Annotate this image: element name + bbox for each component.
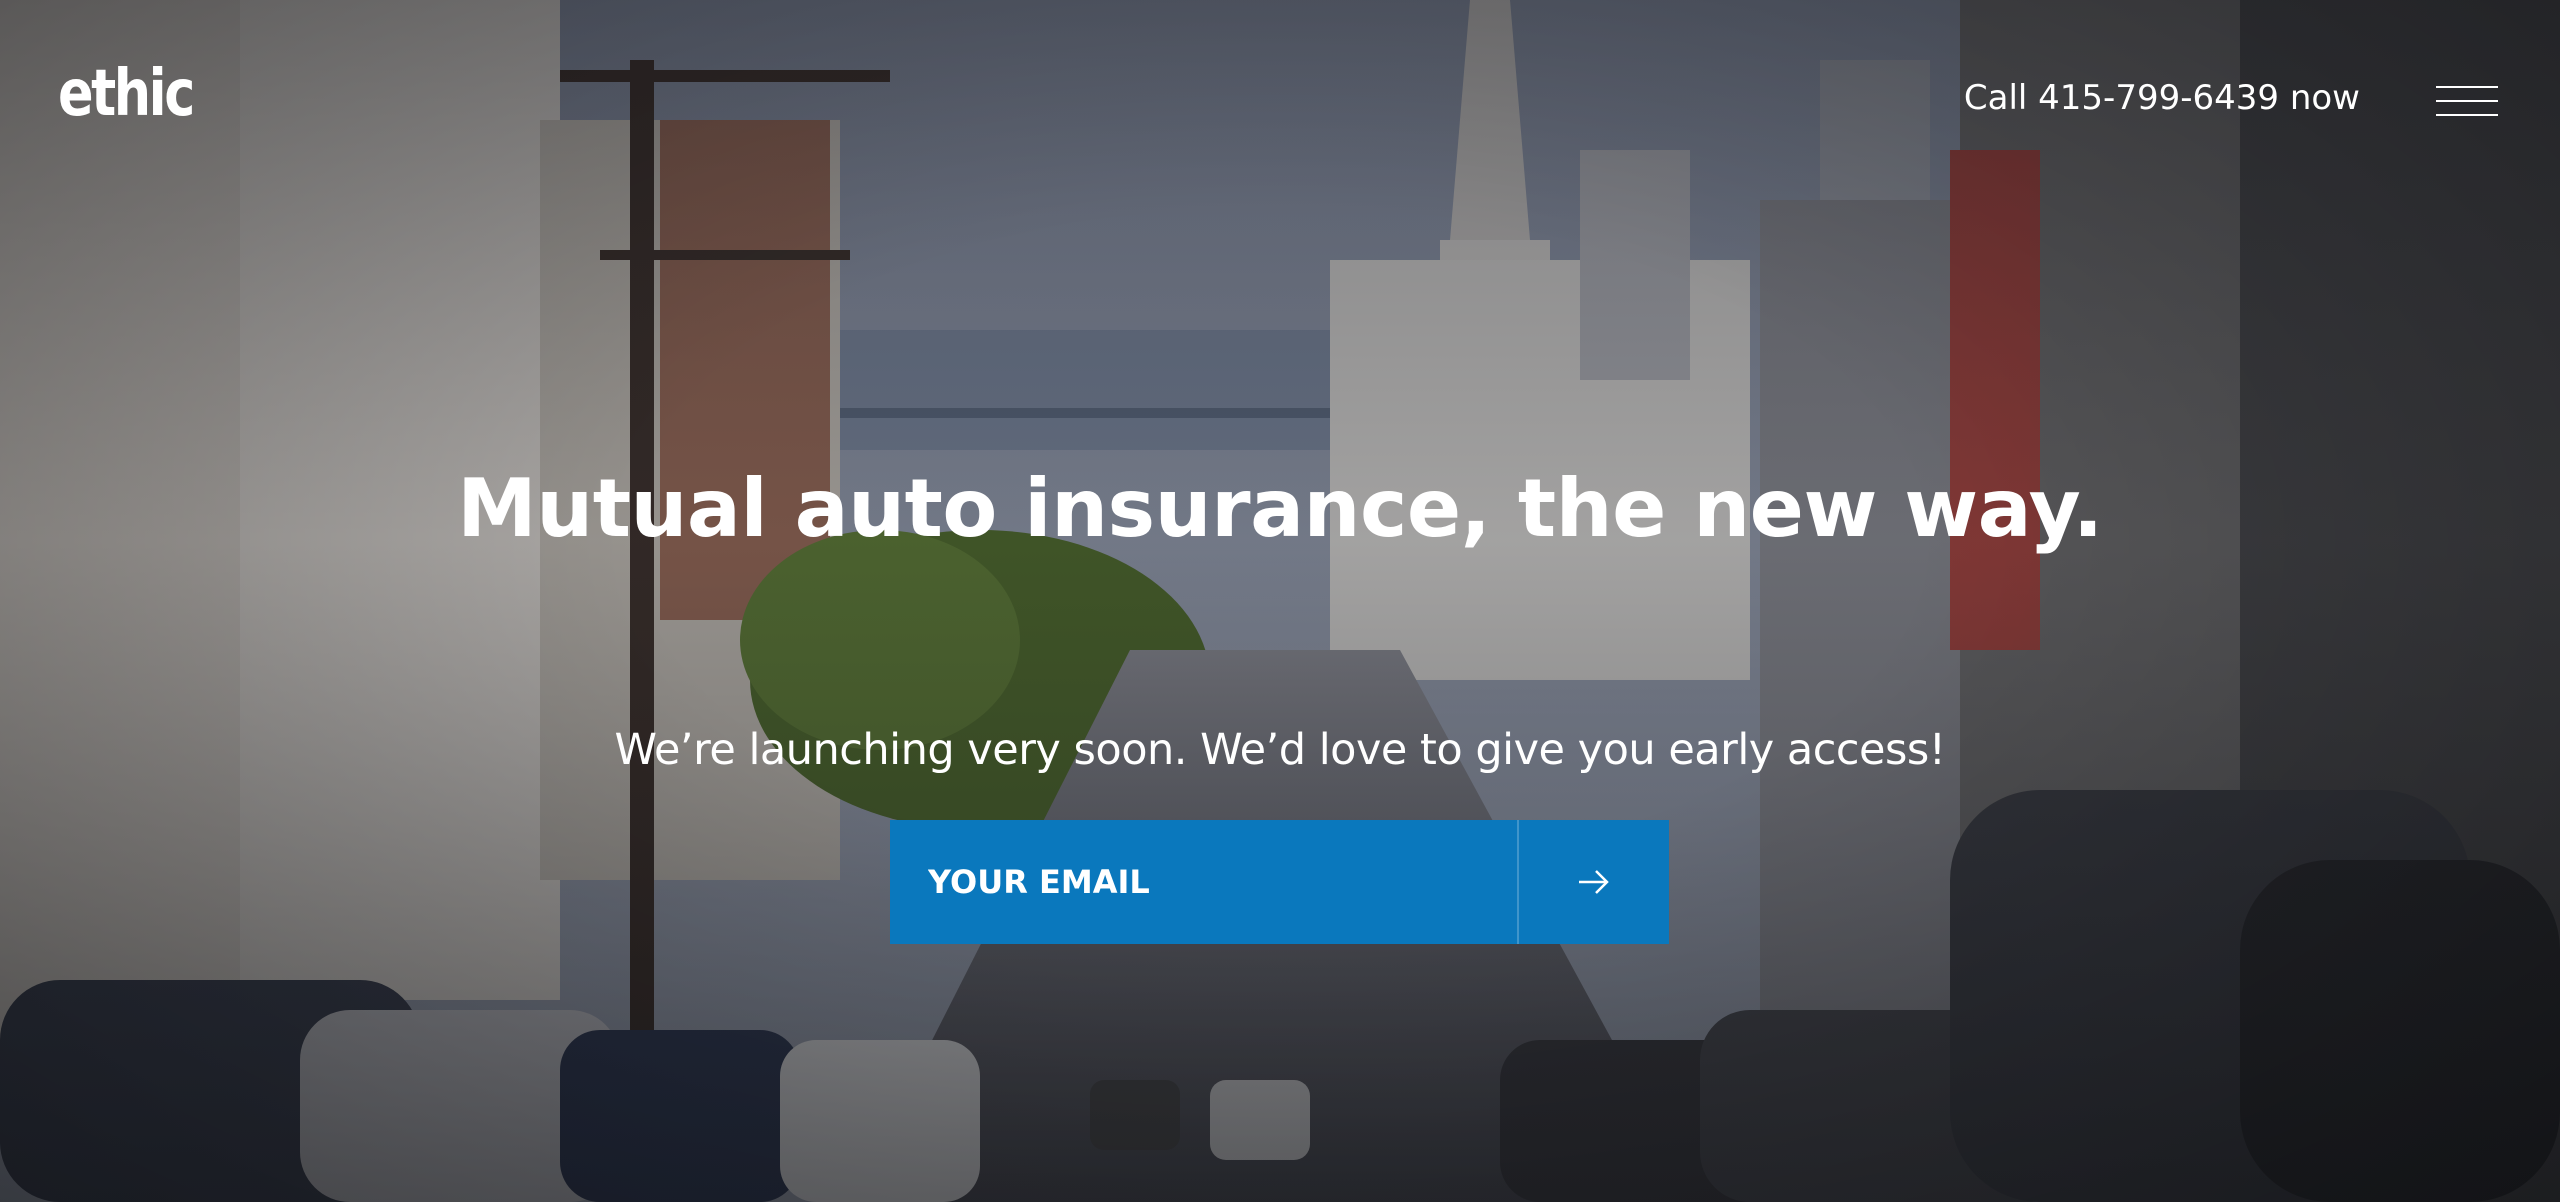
early-access-form [890,820,1669,944]
call-phone-link[interactable]: Call 415-799-6439 now [1964,78,2360,119]
hero-subheadline: We’re launching very soon. We’d love to … [614,725,1946,775]
submit-email-button[interactable] [1519,820,1669,944]
ethic-logo[interactable]: ethic [58,62,195,126]
menu-button[interactable] [2436,86,2498,116]
hamburger-menu-icon-line [2436,114,2498,116]
arrow-right-icon [1579,870,1609,894]
hamburger-menu-icon-line [2436,86,2498,88]
hero-headline: Mutual auto insurance, the new way. [457,462,2103,555]
landing-page: ethic Call 415-799-6439 now Mutual auto … [0,0,2560,1202]
hamburger-menu-icon-line [2436,100,2498,102]
email-input[interactable] [890,820,1517,944]
hero-vignette [0,0,2560,1202]
